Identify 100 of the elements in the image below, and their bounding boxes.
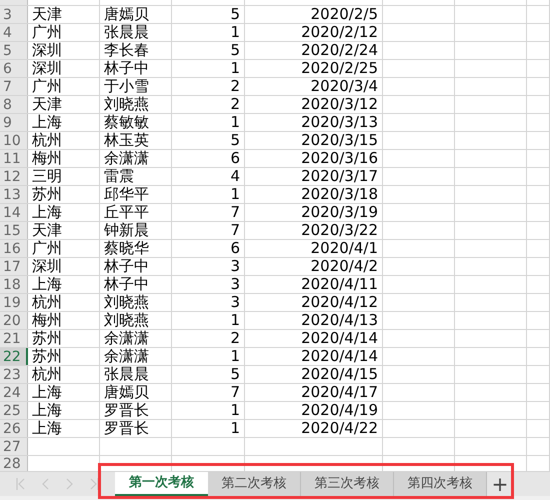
table-cell-text: 天津: [31, 97, 63, 112]
table-cell-text: 苏州: [31, 187, 63, 202]
row-header[interactable]: 14: [0, 204, 28, 221]
row-header[interactable]: 8: [0, 96, 28, 113]
table-cell-text: 1: [229, 313, 241, 328]
table-cell-text: 钟新晨: [103, 223, 150, 238]
row-header[interactable]: 24: [0, 384, 28, 401]
row-header[interactable]: [0, 0, 28, 5]
row-header[interactable]: 9: [0, 114, 28, 131]
table-cell-text: 2020/4/19: [300, 403, 379, 418]
row-header[interactable]: 4: [0, 24, 28, 41]
table-cell-text: 5: [229, 367, 241, 382]
table-cell-text: 2020/4/22: [300, 421, 379, 436]
table-cell-text: 2020/3/16: [300, 151, 379, 166]
table-cell-text: 2020/3/13: [300, 115, 379, 130]
table-cell-text: 广州: [31, 241, 63, 256]
table-cell-text: 于小雪: [103, 79, 150, 94]
table-cell-text: 余潇潇: [103, 331, 150, 346]
table-cell-text: 丘平平: [103, 205, 150, 220]
table-cell-text: 三明: [31, 169, 63, 184]
sheet-tab[interactable]: 第二次考核: [208, 472, 301, 496]
sheet-tab[interactable]: 第三次考核: [301, 472, 394, 496]
table-cell-text: 张晨晨: [103, 25, 150, 40]
row-header[interactable]: 18: [0, 276, 28, 293]
table-cell-text: 刘晓燕: [103, 97, 150, 112]
table-cell-text: 蔡晓华: [103, 241, 150, 256]
table-cell-text: 广州: [31, 79, 63, 94]
table-cell-text: 1: [229, 61, 241, 76]
table-cell-text: 2020/3/18: [300, 187, 379, 202]
table-cell-text: 余潇潇: [103, 151, 150, 166]
table-cell-text: 邱华平: [103, 187, 150, 202]
table-cell-text: 2: [229, 331, 241, 346]
table-cell-text: 李长春: [103, 43, 150, 58]
row-header[interactable]: 26: [0, 420, 28, 437]
row-header[interactable]: 22: [0, 348, 28, 365]
previous-sheet-icon[interactable]: [42, 478, 50, 490]
table-cell-text: 上海: [31, 277, 63, 292]
table-cell-text: 5: [229, 133, 241, 148]
table-cell-text: 上海: [31, 403, 63, 418]
table-cell-text: 林子中: [103, 259, 150, 274]
row-header[interactable]: 16: [0, 240, 28, 257]
table-cell-text: 苏州: [31, 349, 63, 364]
row-header[interactable]: 15: [0, 222, 28, 239]
row-header[interactable]: 13: [0, 186, 28, 203]
row-header[interactable]: 5: [0, 42, 28, 59]
sheet-tab[interactable]: 第一次考核: [115, 472, 208, 496]
row-header[interactable]: 17: [0, 258, 28, 275]
table-cell-text: 7: [229, 385, 241, 400]
table-cell-text: 3: [229, 277, 241, 292]
table-cell-text: 苏州: [31, 331, 63, 346]
table-cell-text: 林子中: [103, 61, 150, 76]
table-cell-text: 2020/3/22: [300, 223, 379, 238]
table-cell-text: 罗晋长: [103, 421, 150, 436]
row-header[interactable]: 6: [0, 60, 28, 77]
table-cell-text: 刘晓燕: [103, 295, 150, 310]
first-sheet-icon[interactable]: [16, 478, 26, 490]
row-header[interactable]: 21: [0, 330, 28, 347]
row-header[interactable]: 12: [0, 168, 28, 185]
row-header[interactable]: 27: [0, 438, 28, 455]
table-cell-text: 2020/4/14: [300, 349, 379, 364]
table-cell-text: 4: [229, 169, 241, 184]
table-cell-text: 上海: [31, 205, 63, 220]
table-cell-text: 2020/4/13: [300, 313, 379, 328]
row-header[interactable]: 7: [0, 78, 28, 95]
table-cell-text: 2020/3/15: [300, 133, 379, 148]
table-cell-text: 1: [229, 403, 241, 418]
row-header[interactable]: 25: [0, 402, 28, 419]
table-cell-text: 2020/2/24: [300, 43, 379, 58]
table-cell-text: 2020/4/2: [310, 259, 379, 274]
table-cell-text: 余潇潇: [103, 349, 150, 364]
table-cell-text: 上海: [31, 115, 63, 130]
table-cell-text: 深圳: [31, 61, 63, 76]
table-cell-text: 3: [229, 259, 241, 274]
row-header[interactable]: 3: [0, 6, 28, 23]
next-sheet-icon[interactable]: [66, 478, 73, 490]
row-header[interactable]: 11: [0, 150, 28, 167]
row-header[interactable]: 20: [0, 312, 28, 329]
table-cell-text: 广州: [31, 25, 63, 40]
table-cell-text: 杭州: [31, 133, 63, 148]
table-cell-text: 2020/4/17: [300, 385, 379, 400]
table-cell-text: 6: [229, 241, 241, 256]
row-header[interactable]: 10: [0, 132, 28, 149]
table-cell-text: 天津: [31, 7, 63, 22]
table-cell-text: 1: [229, 349, 241, 364]
sheet-tab[interactable]: 第四次考核: [394, 472, 487, 496]
add-sheet-button[interactable]: +: [487, 472, 513, 496]
table-cell-text: 2020/4/1: [310, 241, 379, 256]
row-header[interactable]: 19: [0, 294, 28, 311]
table-cell-text: 蔡敏敏: [103, 115, 150, 130]
last-sheet-icon[interactable]: [90, 478, 99, 490]
table-cell-text: 3: [229, 295, 241, 310]
table-cell-text: 1: [229, 115, 241, 130]
table-cell-text: 天津: [31, 223, 63, 238]
table-cell-text: 唐嫣贝: [103, 385, 150, 400]
row-header[interactable]: 28: [0, 456, 28, 471]
row-header[interactable]: 23: [0, 366, 28, 383]
table-cell-text: 深圳: [31, 259, 63, 274]
table-cell-text: 2020/2/5: [310, 7, 379, 22]
table-cell-text: 刘晓燕: [103, 313, 150, 328]
table-cell-text: 上海: [31, 421, 63, 436]
